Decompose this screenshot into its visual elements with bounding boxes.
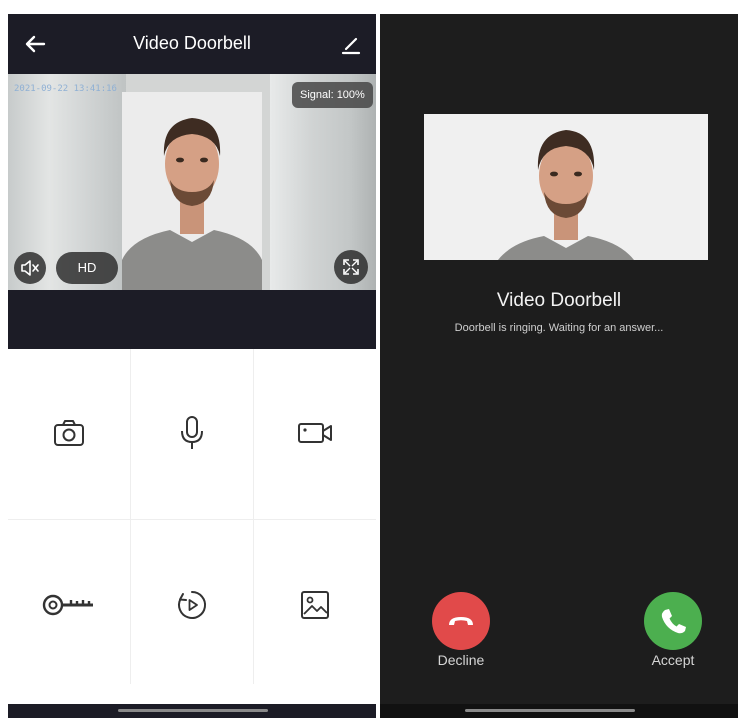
live-video-feed[interactable]: 2021-09-22 13:41:16 Signal: 100% HD	[8, 74, 376, 290]
home-indicator[interactable]	[118, 709, 268, 712]
edit-button[interactable]	[338, 31, 364, 57]
unlock-button[interactable]	[8, 521, 130, 689]
hd-toggle-button[interactable]: HD	[56, 252, 118, 284]
mute-button[interactable]	[14, 252, 46, 284]
talk-button[interactable]	[131, 349, 253, 517]
gallery-button[interactable]	[254, 521, 376, 689]
decline-button[interactable]	[432, 592, 490, 650]
video-camera-icon	[298, 423, 332, 443]
accept-label: Accept	[651, 652, 695, 668]
fullscreen-icon	[343, 259, 359, 275]
caller-snapshot	[424, 114, 708, 260]
record-button[interactable]	[254, 349, 376, 517]
caller-name: Video Doorbell	[496, 290, 622, 311]
playback-button[interactable]	[131, 521, 253, 689]
camera-icon	[54, 420, 84, 446]
speaker-muted-icon	[21, 260, 39, 276]
pencil-icon	[341, 37, 361, 55]
control-grid	[8, 349, 376, 718]
image-icon	[301, 591, 329, 619]
snapshot-button[interactable]	[8, 349, 130, 517]
hang-up-icon	[449, 617, 473, 625]
call-status: Doorbell is ringing. Waiting for an answ…	[454, 322, 664, 334]
video-bottom-band	[8, 290, 376, 349]
incoming-call-screen: Video Doorbell Doorbell is ringing. Wait…	[380, 14, 738, 718]
playback-icon	[178, 591, 207, 619]
page-title: Video Doorbell	[133, 33, 251, 53]
grid-divider	[8, 519, 376, 520]
signal-badge: Signal: 100%	[292, 82, 373, 108]
decline-label: Decline	[437, 652, 485, 668]
fullscreen-button[interactable]	[334, 250, 368, 284]
accept-button[interactable]	[644, 592, 702, 650]
key-icon	[42, 594, 93, 616]
visitor-image	[122, 92, 262, 290]
video-timestamp: 2021-09-22 13:41:16	[14, 84, 117, 94]
phone-icon	[661, 609, 686, 634]
microphone-icon	[181, 416, 203, 449]
home-indicator[interactable]	[465, 709, 635, 712]
doorbell-live-screen: Video Doorbell 2021-09-22 13:41:16 Signa…	[8, 14, 376, 718]
top-app-bar: Video Doorbell	[8, 14, 376, 74]
